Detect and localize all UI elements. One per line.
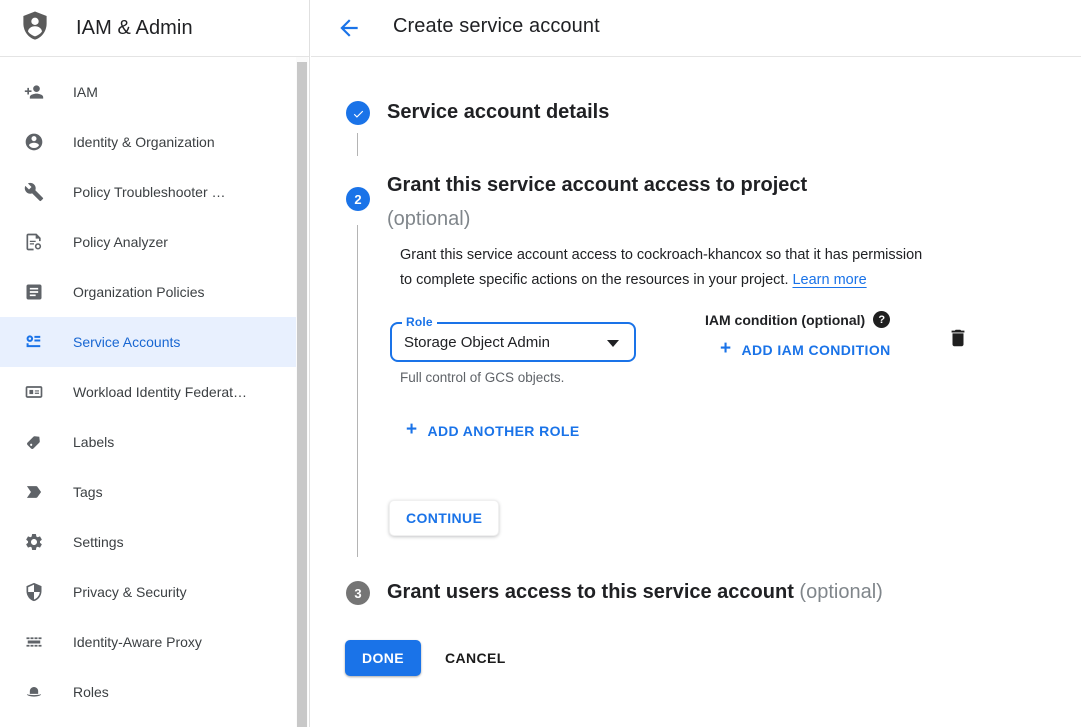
done-button[interactable]: DONE bbox=[345, 640, 421, 676]
role-select[interactable]: Role Storage Object Admin bbox=[390, 322, 636, 362]
sidebar-item-tags[interactable]: Tags bbox=[0, 467, 296, 517]
iam-condition-header: IAM condition (optional) ? bbox=[705, 311, 890, 328]
proxy-icon bbox=[24, 632, 44, 652]
sidebar-item-label: IAM bbox=[73, 84, 98, 100]
policy-analyzer-icon bbox=[24, 232, 44, 252]
sidebar-item-identity-organization[interactable]: Identity & Organization bbox=[0, 117, 296, 167]
add-another-role-button[interactable]: + ADD ANOTHER ROLE bbox=[406, 421, 580, 441]
shield-half-icon bbox=[24, 582, 44, 602]
sidebar-item-service-accounts[interactable]: Service Accounts bbox=[0, 317, 296, 367]
sidebar-item-label: Policy Troubleshooter … bbox=[73, 184, 226, 200]
sidebar-item-label: Organization Policies bbox=[73, 284, 205, 300]
article-icon bbox=[24, 282, 44, 302]
help-glyph: ? bbox=[878, 314, 885, 326]
sidebar-item-roles[interactable]: Roles bbox=[0, 667, 296, 717]
role-selected-value: Storage Object Admin bbox=[404, 334, 550, 351]
step2-title: Grant this service account access to pro… bbox=[387, 168, 807, 202]
gear-icon bbox=[24, 532, 44, 552]
add-iam-condition-button[interactable]: + ADD IAM CONDITION bbox=[720, 340, 891, 360]
sidebar-item-privacy-security[interactable]: Privacy & Security bbox=[0, 567, 296, 617]
sidebar-item-iam[interactable]: IAM bbox=[0, 67, 296, 117]
role-helper-text: Full control of GCS objects. bbox=[400, 370, 564, 385]
person-add-icon bbox=[24, 82, 44, 102]
sidebar-item-label: Identity-Aware Proxy bbox=[73, 634, 202, 650]
step-connector bbox=[357, 225, 358, 557]
sidebar-item-label: Service Accounts bbox=[73, 334, 180, 350]
delete-role-button[interactable] bbox=[947, 327, 969, 349]
sidebar-item-label: Privacy & Security bbox=[73, 584, 187, 600]
iam-admin-console: IAM & Admin IAM Identity & Organization … bbox=[0, 0, 1081, 727]
help-icon[interactable]: ? bbox=[873, 311, 890, 328]
sidebar: IAM & Admin IAM Identity & Organization … bbox=[0, 0, 310, 727]
plus-icon: + bbox=[720, 338, 732, 360]
sidebar-title: IAM & Admin bbox=[76, 17, 193, 40]
sidebar-item-settings[interactable]: Settings bbox=[0, 517, 296, 567]
iam-admin-shield-icon bbox=[18, 8, 52, 49]
step1-title: Service account details bbox=[387, 101, 609, 124]
step2-optional-label: (optional) bbox=[387, 202, 807, 236]
page-title: Create service account bbox=[393, 15, 600, 38]
sidebar-item-label: Identity & Organization bbox=[73, 134, 215, 150]
back-button[interactable] bbox=[336, 15, 362, 41]
sidebar-item-policy-analyzer[interactable]: Policy Analyzer bbox=[0, 217, 296, 267]
step2-description: Grant this service account access to coc… bbox=[400, 243, 1000, 293]
learn-more-link[interactable]: Learn more bbox=[792, 272, 866, 288]
badge-icon bbox=[24, 382, 44, 402]
page-header: Create service account bbox=[311, 0, 1081, 57]
sidebar-item-workload-identity-federation[interactable]: Workload Identity Federat… bbox=[0, 367, 296, 417]
sidebar-item-label: Policy Analyzer bbox=[73, 234, 168, 250]
main-panel: Create service account Service account d… bbox=[311, 0, 1081, 727]
plus-icon: + bbox=[406, 419, 418, 441]
description-line2: to complete specific actions on the reso… bbox=[400, 272, 788, 288]
step3-number-badge: 3 bbox=[346, 581, 370, 605]
sidebar-item-label: Tags bbox=[73, 484, 103, 500]
tag-icon bbox=[24, 482, 44, 502]
role-field-label: Role bbox=[402, 315, 437, 329]
sidebar-header: IAM & Admin bbox=[0, 0, 309, 57]
step3-number: 3 bbox=[354, 586, 361, 601]
step3-heading: Grant users access to this service accou… bbox=[387, 581, 883, 604]
sidebar-item-policy-troubleshooter[interactable]: Policy Troubleshooter … bbox=[0, 167, 296, 217]
add-iam-condition-label: ADD IAM CONDITION bbox=[742, 342, 891, 358]
description-line1: Grant this service account access to coc… bbox=[400, 243, 1000, 268]
sidebar-item-identity-aware-proxy[interactable]: Identity-Aware Proxy bbox=[0, 617, 296, 667]
sidebar-nav: IAM Identity & Organization Policy Troub… bbox=[0, 57, 296, 717]
step3-title: Grant users access to this service accou… bbox=[387, 581, 794, 603]
hat-icon bbox=[24, 682, 44, 702]
step2-number-badge: 2 bbox=[346, 187, 370, 211]
cancel-button[interactable]: CANCEL bbox=[445, 640, 506, 676]
step2-number: 2 bbox=[354, 192, 361, 207]
sidebar-item-organization-policies[interactable]: Organization Policies bbox=[0, 267, 296, 317]
step3-optional-label: (optional) bbox=[799, 581, 882, 603]
wrench-icon bbox=[24, 182, 44, 202]
service-account-icon bbox=[24, 332, 44, 352]
sidebar-item-label: Workload Identity Federat… bbox=[73, 384, 247, 400]
account-circle-icon bbox=[24, 132, 44, 152]
sidebar-item-label: Labels bbox=[73, 434, 114, 450]
iam-condition-label: IAM condition (optional) bbox=[705, 312, 865, 328]
dropdown-arrow-icon bbox=[607, 340, 619, 347]
add-another-role-label: ADD ANOTHER ROLE bbox=[428, 423, 580, 439]
step1-complete-check-icon bbox=[346, 101, 370, 125]
step2-heading: Grant this service account access to pro… bbox=[387, 168, 807, 236]
step-connector bbox=[357, 133, 358, 156]
label-icon bbox=[24, 432, 44, 452]
sidebar-item-labels[interactable]: Labels bbox=[0, 417, 296, 467]
sidebar-item-label: Roles bbox=[73, 684, 109, 700]
description-line2-row: to complete specific actions on the reso… bbox=[400, 268, 1000, 293]
sidebar-item-label: Settings bbox=[73, 534, 124, 550]
continue-button[interactable]: CONTINUE bbox=[389, 500, 499, 536]
sidebar-scrollbar-thumb[interactable] bbox=[297, 62, 307, 727]
